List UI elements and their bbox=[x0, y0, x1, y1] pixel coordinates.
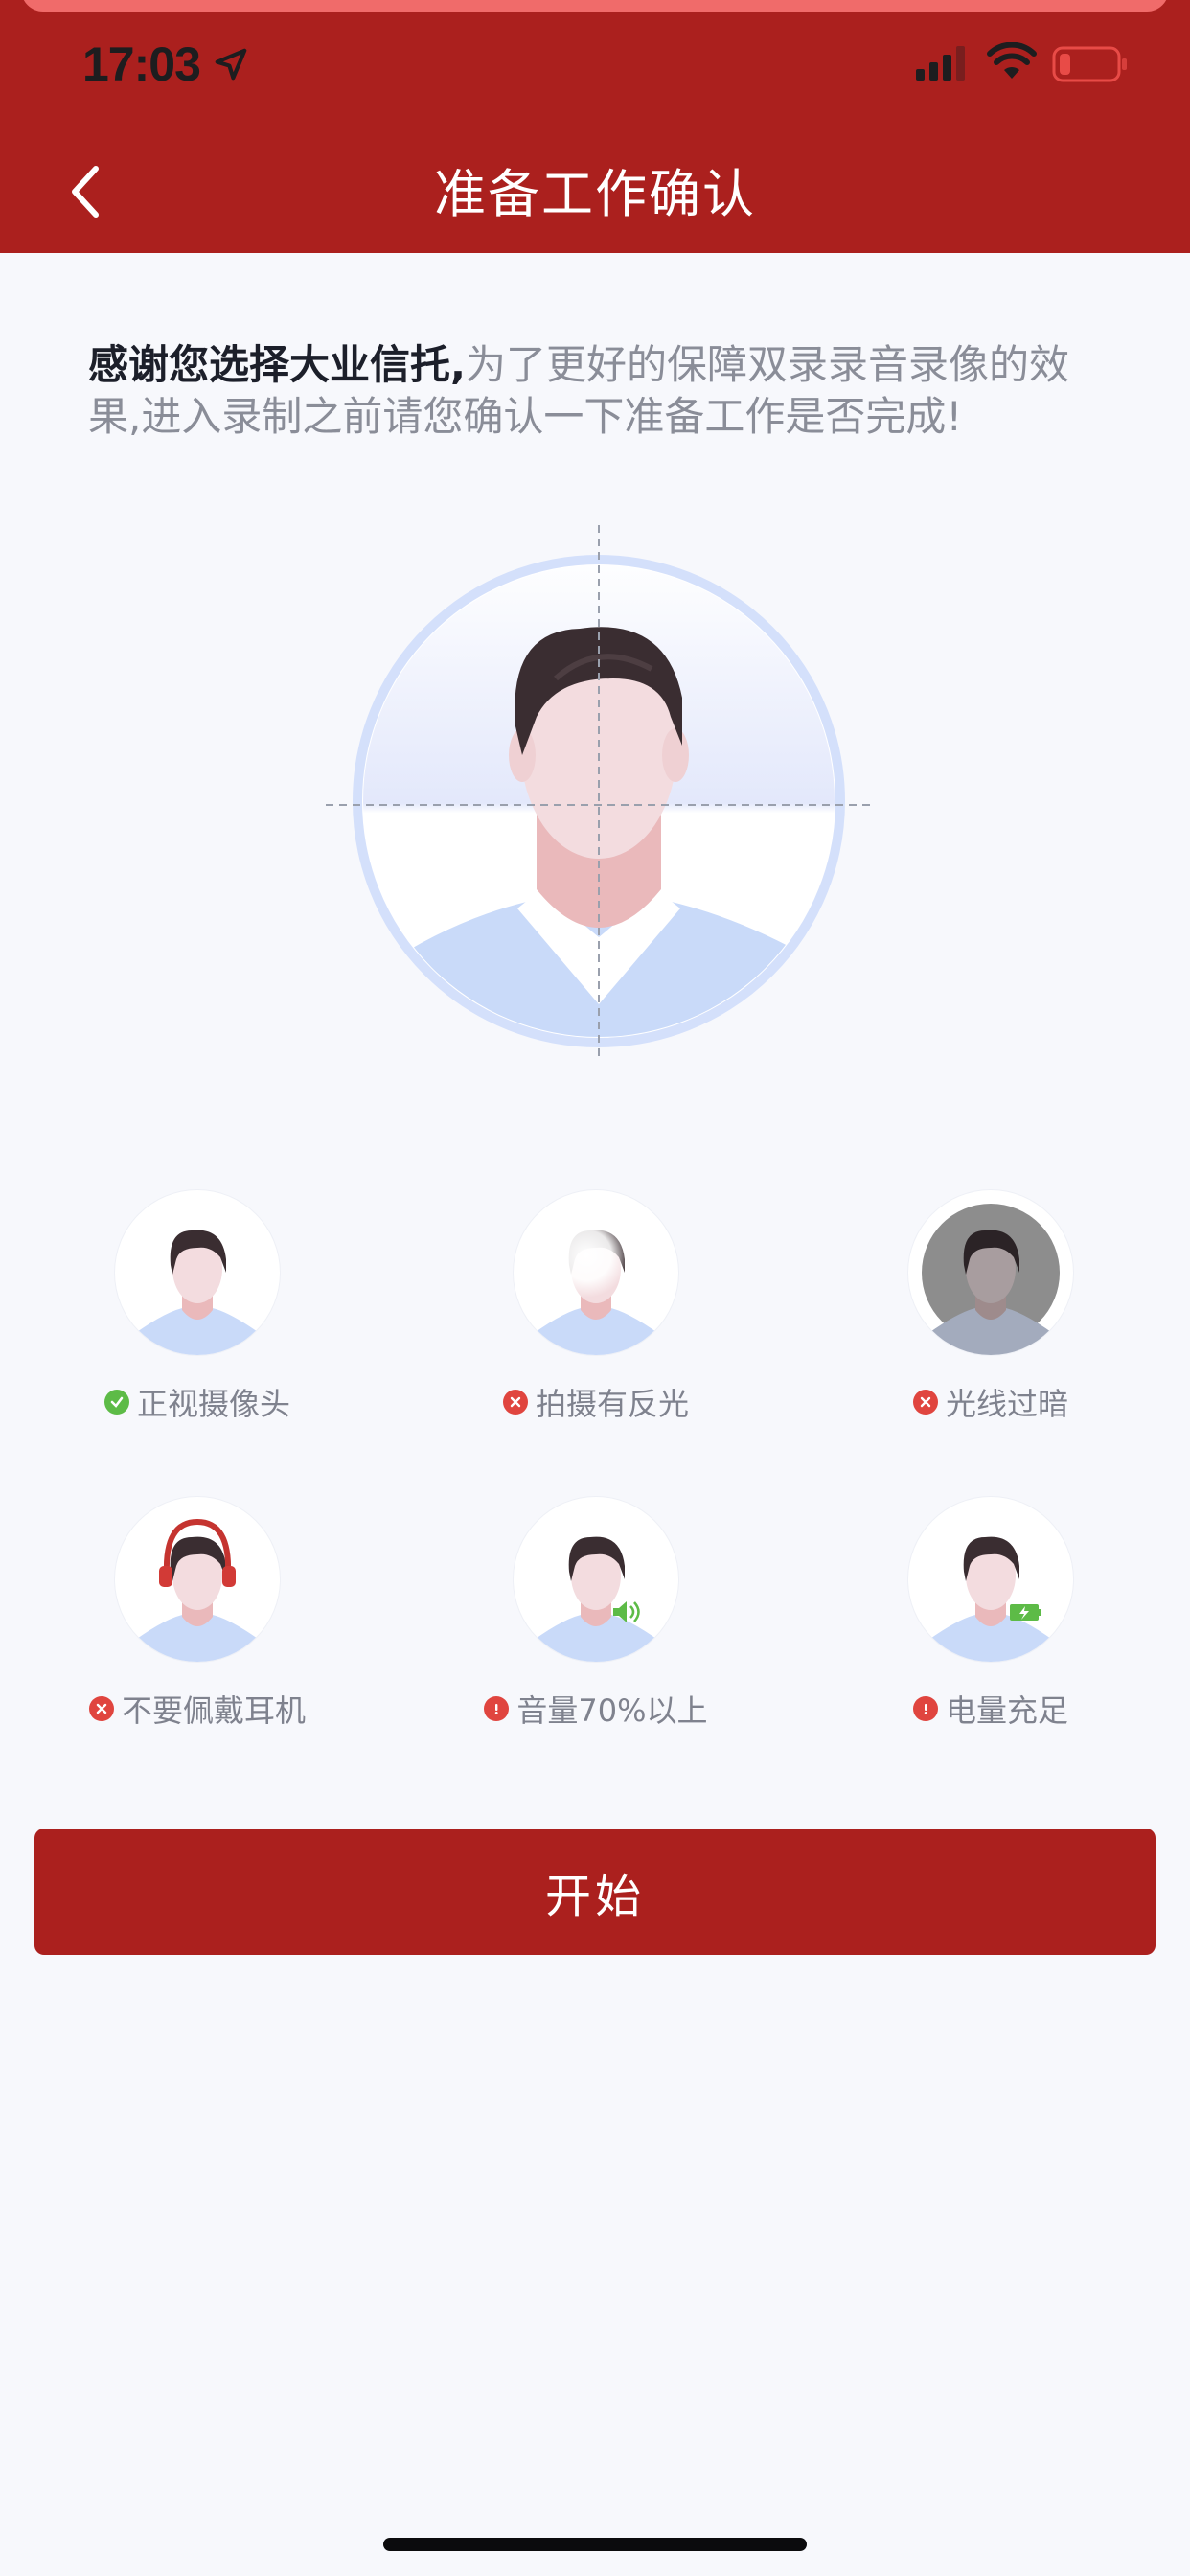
warning-circle-icon bbox=[484, 1696, 510, 1721]
person-headphones-icon bbox=[134, 1518, 261, 1662]
option-label: 电量充足 bbox=[847, 1687, 1134, 1731]
option-text: 拍摄有反光 bbox=[535, 1386, 689, 1422]
option-label: 音量70%以上 bbox=[452, 1687, 740, 1731]
option-face-camera: 正视摄像头 bbox=[54, 1190, 341, 1424]
check-circle-icon bbox=[103, 1390, 129, 1414]
start-button[interactable]: 开始 bbox=[34, 1828, 1156, 1955]
person-icon bbox=[134, 1230, 261, 1355]
person-glare-icon bbox=[533, 1213, 659, 1355]
status-time: 17:03 bbox=[82, 37, 201, 91]
recording-indicator-bar bbox=[21, 0, 1169, 12]
option-label: 拍摄有反光 bbox=[452, 1380, 740, 1424]
face-thumbnail bbox=[115, 1190, 280, 1355]
app-header: 17:03 准备工作确认 bbox=[0, 0, 1190, 253]
face-alignment-illustration bbox=[326, 525, 872, 1062]
intro-bold: 感谢您选择大业信托, bbox=[88, 341, 466, 388]
location-arrow-icon bbox=[215, 48, 247, 80]
option-reflection: 拍摄有反光 bbox=[452, 1190, 740, 1424]
option-text: 正视摄像头 bbox=[136, 1386, 290, 1422]
intro-text: 感谢您选择大业信托,为了更好的保障双录录音录像的效果,进入录制之前请您确认一下准… bbox=[88, 339, 1113, 443]
page-title: 准备工作确认 bbox=[434, 164, 756, 224]
option-label: 不要佩戴耳机 bbox=[54, 1687, 341, 1731]
battery-low-icon bbox=[1052, 46, 1127, 82]
warning-circle-icon bbox=[912, 1696, 938, 1721]
option-volume: 音量70%以上 bbox=[452, 1497, 740, 1731]
error-circle-icon bbox=[502, 1390, 528, 1414]
wifi-icon bbox=[987, 42, 1037, 79]
person-volume-icon bbox=[533, 1536, 659, 1662]
face-thumbnail bbox=[514, 1497, 678, 1662]
option-label: 正视摄像头 bbox=[54, 1380, 341, 1424]
face-thumbnail bbox=[908, 1190, 1073, 1355]
option-text: 电量充足 bbox=[945, 1692, 1068, 1729]
face-thumbnail bbox=[514, 1190, 678, 1355]
option-too-dark: 光线过暗 bbox=[847, 1190, 1134, 1424]
person-dark-icon bbox=[922, 1204, 1060, 1355]
option-text: 音量70%以上 bbox=[516, 1692, 708, 1729]
option-text: 不要佩戴耳机 bbox=[121, 1692, 306, 1729]
error-circle-icon bbox=[912, 1390, 938, 1414]
home-indicator[interactable] bbox=[383, 2538, 807, 2551]
face-thumbnail bbox=[908, 1497, 1073, 1662]
cellular-signal-icon bbox=[916, 46, 965, 80]
person-battery-icon bbox=[927, 1536, 1054, 1662]
option-battery: 电量充足 bbox=[847, 1497, 1134, 1731]
option-text: 光线过暗 bbox=[945, 1386, 1068, 1422]
face-thumbnail bbox=[115, 1497, 280, 1662]
option-no-headphones: 不要佩戴耳机 bbox=[54, 1497, 341, 1731]
option-label: 光线过暗 bbox=[847, 1380, 1134, 1424]
error-circle-icon bbox=[88, 1696, 114, 1721]
